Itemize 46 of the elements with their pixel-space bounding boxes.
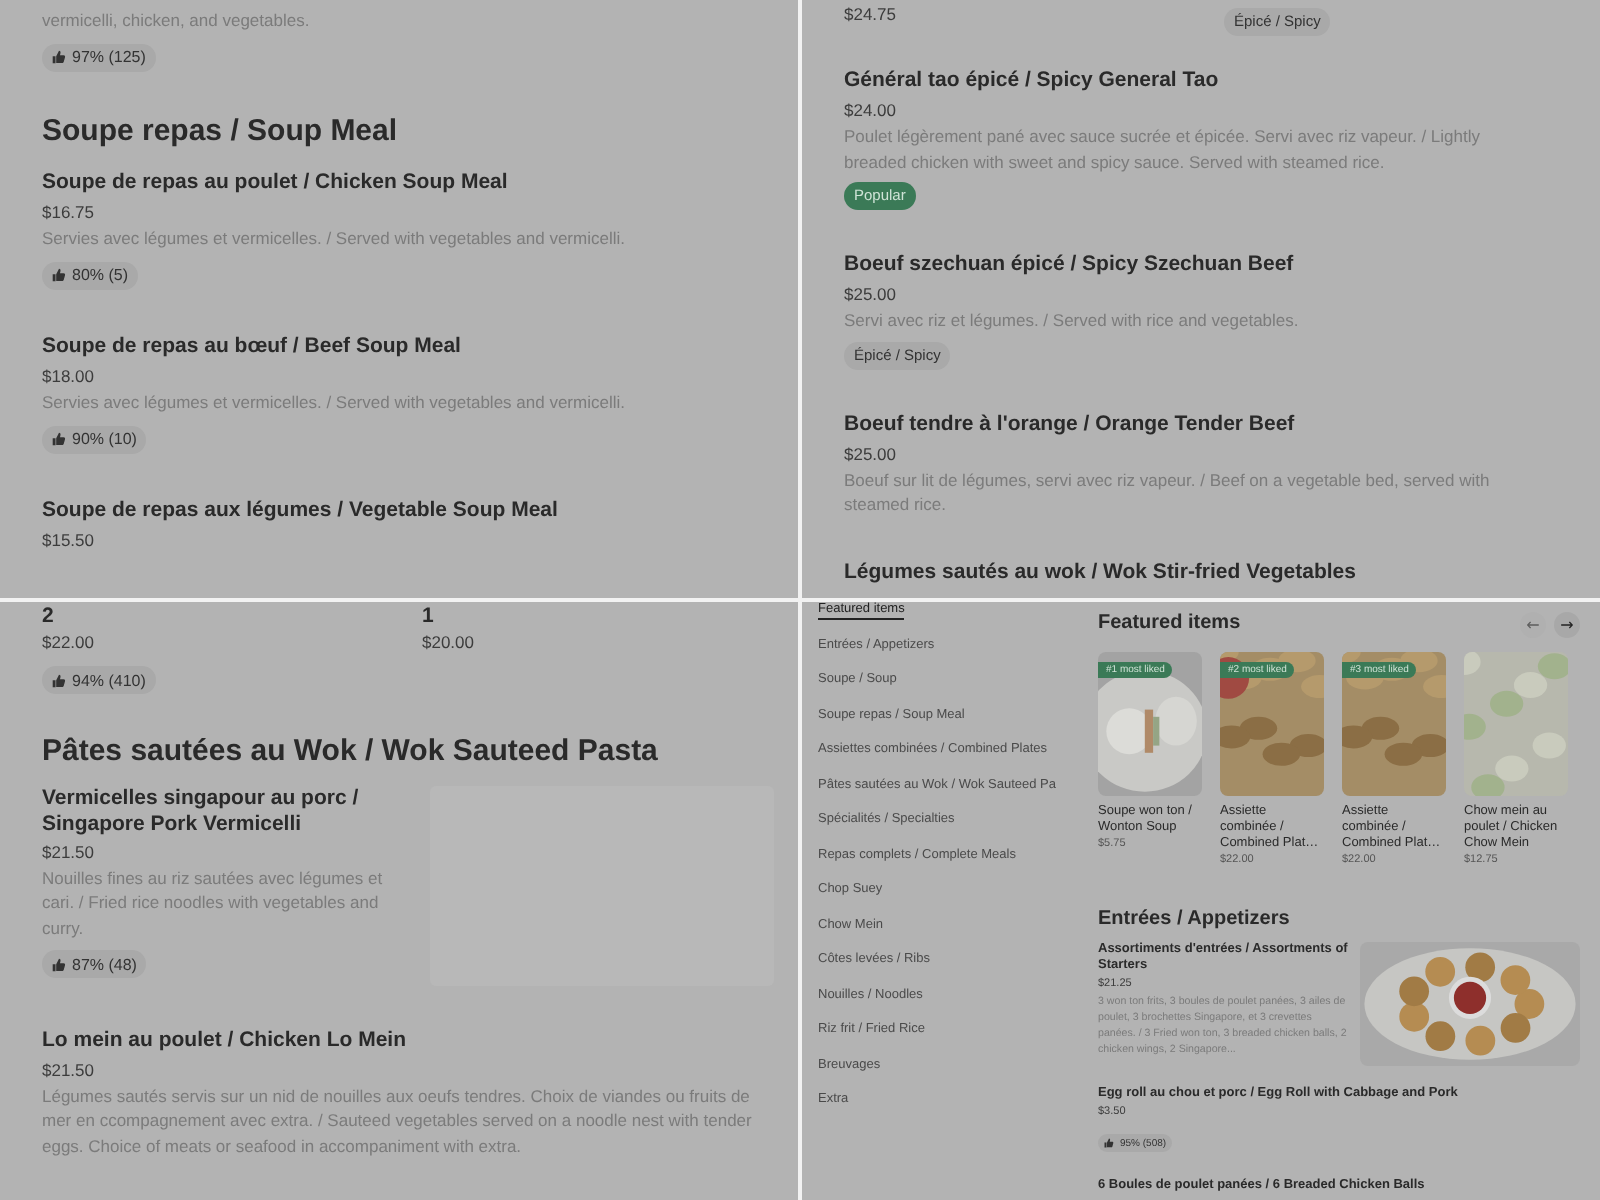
item-name: Vermicelles singapour au porc / Singapore Pork Vermicelli [42,785,361,837]
rating-text: 97% (125) [72,48,146,66]
rating-text: 94% (410) [72,671,146,689]
item-name: Soupe de repas au poulet / Chicken Soup Meal [42,168,510,198]
item-price: $21.50 [42,839,96,865]
thumbs-up-icon [52,673,66,687]
item-price: $22.00 [42,630,96,656]
item-name: Général tao épicé / Spicy General Tao [844,66,1221,96]
item-description: Servies avec légumes et vermicelles. / Served with vegetables and vermicelli. [42,390,627,415]
item-price: $25.00 [844,282,898,308]
item-description: vermicelli, chicken, and vegetables. [42,8,312,33]
thumbs-up-icon [52,432,66,446]
section-heading: Soupe repas / Soup Meal [42,112,400,152]
item-name: 2 [42,604,56,628]
item-description: Légumes sautés servis sur un nid de nouilles aux oeufs tendres. Choix de viandes ou fruits de mer en ccompagnement avec extra. / Sauteed vegetables served on a noodle nest with tender eggs. Choice of meats or seafood in accompaniment with extra. [42,1083,754,1158]
item-description: Servi avec riz et légumes. / Served with rice and vegetables. [844,308,1301,333]
item-name: Légumes sautés au wok / Wok Stir-fried Vegetables [844,557,1358,587]
item-name: Soupe de repas au bœuf / Beef Soup Meal [42,332,463,362]
item-name: Boeuf tendre à l'orange / Orange Tender Beef [844,409,1297,439]
section-heading: Entrées / Appetizers [1098,906,1292,934]
item-price: $24.00 [844,98,898,124]
item-description: Nouilles fines au riz sautées avec légumes et cari. / Fried rice noodles with vegetables and curry. [42,865,385,940]
thumbs-up-icon [52,957,66,971]
thumbs-up-icon [52,50,66,64]
item-name: Soupe de repas aux légumes / Vegetable Soup Meal [42,496,560,526]
thumbs-up-icon [1104,1138,1114,1148]
item-description: Boeuf sur lit de légumes, servi avec riz vapeur. / Beef on a vegetable bed, served with steamed rice. [844,467,1492,517]
rating-text: 90% (10) [72,430,137,448]
thumbs-up-icon [52,268,66,282]
rating-text: 80% (5) [72,266,129,284]
item-name: Lo mein au poulet / Chicken Lo Mein [42,1025,409,1055]
item-description: Poulet légèrement pané avec sauce sucrée et épicée. Servi avec riz vapeur. / Lightly breaded chicken with sweet and spicy sauce. Served with steamed rice. [844,124,1482,174]
item-price: $15.50 [42,528,96,554]
section-heading: Featured items [1098,610,1241,638]
item-description: Servies avec légumes et vermicelles. / Served with vegetables and vermicelli. [42,226,627,251]
item-price: $20.00 [422,630,476,656]
section-heading: Pâtes sautées au Wok / Wok Sauteed Pasta [42,731,660,771]
next-button[interactable]: → [1554,611,1580,637]
item-price: $24.75 [844,2,898,28]
item-price: $18.00 [42,364,96,390]
item-price: $21.50 [42,1057,96,1083]
item-price: $16.75 [42,200,96,226]
item-price: $25.00 [844,441,898,467]
rating-text: 87% (48) [72,955,137,973]
item-name: Boeuf szechuan épicé / Spicy Szechuan Beef [844,250,1296,280]
item-name: 1 [422,604,436,628]
